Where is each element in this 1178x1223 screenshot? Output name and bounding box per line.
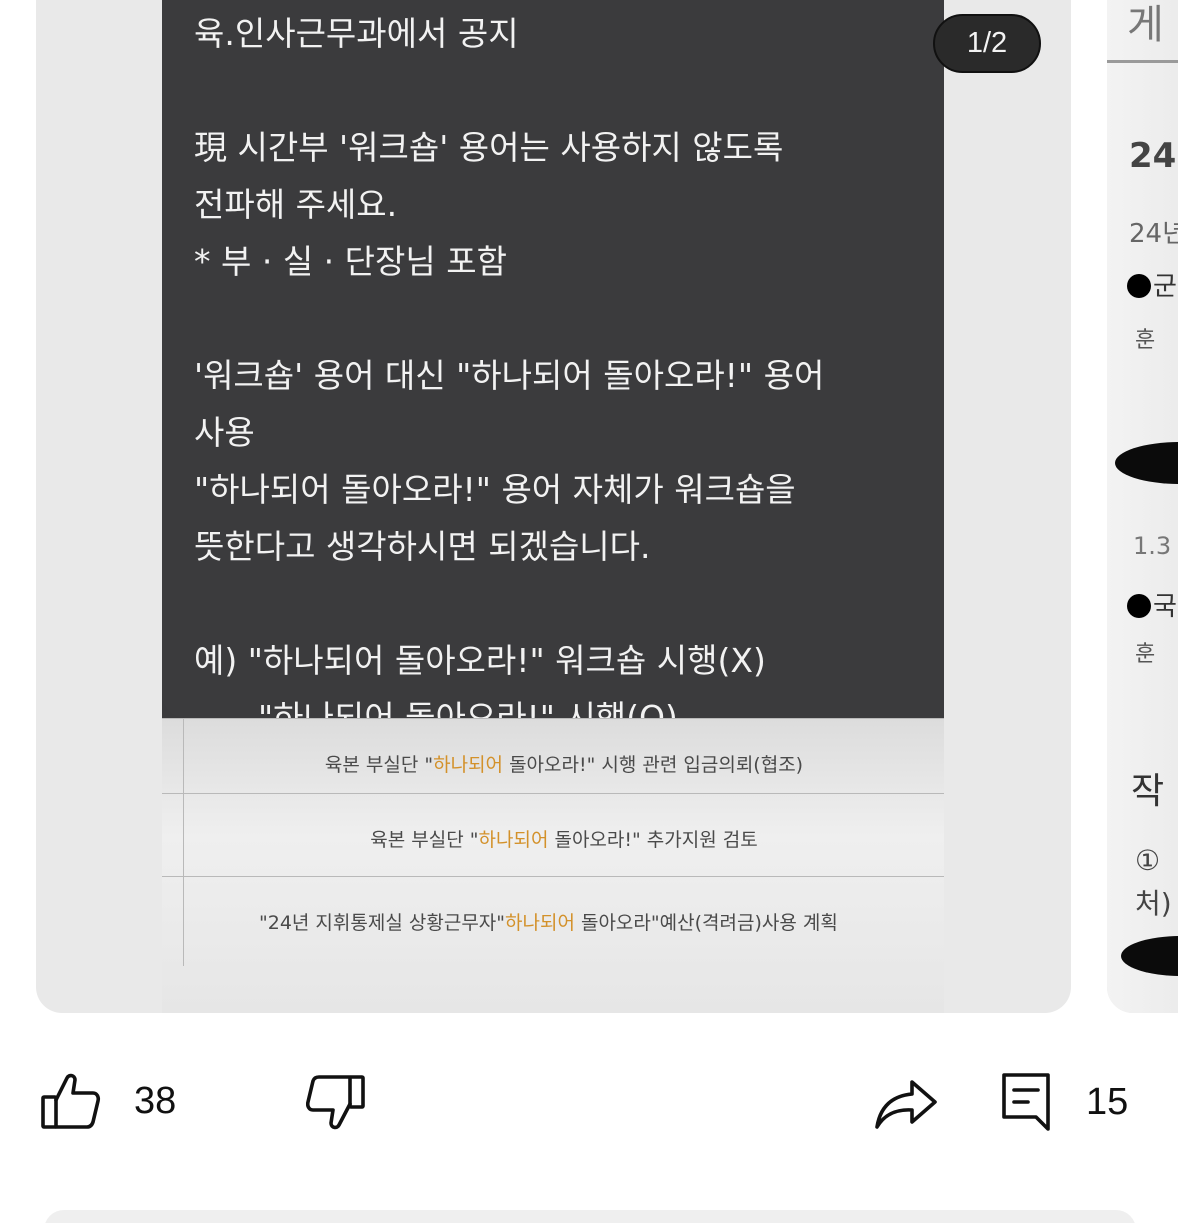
preview-text: 24 [1129,136,1177,176]
next-image-preview[interactable]: 게 24 24년 군 훈 1.3 국 훈 작 ① 처) [1107,0,1178,1013]
page-indicator: 1/2 [933,14,1041,73]
image-carousel[interactable]: 육.인사근무과에서 공지 現 시간부 '워크숍' 용어는 사용하지 않도록 전파… [0,0,1178,1015]
notice-line: 現 시간부 '워크숍' 용어는 사용하지 않도록 [194,128,784,167]
thumbs-up-icon [40,1071,102,1131]
dislike-button[interactable] [306,1074,366,1132]
preview-text: 24년 [1129,219,1178,249]
thumbs-down-icon [306,1074,366,1132]
comment-icon [1000,1071,1054,1133]
preview-text: 1.3 [1133,532,1172,560]
comment-count: 15 [1086,1080,1129,1123]
preview-text: 게 [1127,2,1164,48]
document-row-text: "24년 지휘통제실 상황근무자"하나되어 돌아오라"예산(격려금)사용 계획 [259,912,838,934]
preview-text: 처) [1135,887,1172,920]
notice-line: '워크숍' 용어 대신 "하나되어 돌아오라!" 용어 [194,356,825,395]
notice-line: 예) "하나되어 돌아오라!" 워크숍 시행(X) [194,641,766,680]
notice-line: 육.인사근무과에서 공지 [194,14,519,53]
preview-text: 작 [1131,771,1165,812]
document-table: 육본 부실단 "하나되어 돌아오라!" 시행 관련 입금의뢰(협조) 육본 부실… [162,718,944,1013]
preview-text: ① [1135,844,1161,877]
document-row: 육본 부실단 "하나되어 돌아오라!" 추가지원 검토 [162,793,944,883]
share-arrow-icon [874,1077,938,1131]
like-button[interactable]: 38 [40,1071,176,1131]
post-image-card[interactable]: 육.인사근무과에서 공지 現 시간부 '워크숍' 용어는 사용하지 않도록 전파… [36,0,1071,1013]
notice-line: 사용 [194,413,255,452]
post-photo: 육.인사근무과에서 공지 現 시간부 '워크숍' 용어는 사용하지 않도록 전파… [162,0,944,1013]
document-row: "24년 지휘통제실 상황근무자"하나되어 돌아오라"예산(격려금)사용 계획 [162,876,944,966]
preview-text: 군 [1153,272,1177,302]
document-row-text: 육본 부실단 "하나되어 돌아오라!" 시행 관련 입금의뢰(협조) [324,754,804,776]
notice-line: * 부 · 실 · 단장님 포함 [194,242,507,281]
post-action-bar: 38 15 [0,1015,1178,1190]
preview-text: 국 [1153,592,1177,622]
preview-text: 훈 [1135,328,1156,353]
notice-line: 뜻한다고 생각하시면 되겠습니다. [194,527,651,566]
next-image-document: 게 24 24년 군 훈 1.3 국 훈 작 ① 처) [1107,0,1178,1013]
preview-text: 훈 [1135,642,1156,667]
document-row-text: 육본 부실단 "하나되어 돌아오라!" 추가지원 검토 [370,829,758,851]
like-count: 38 [134,1079,177,1122]
comments-button[interactable]: 15 [1000,1071,1128,1133]
next-section-card [44,1210,1136,1223]
share-button[interactable] [874,1077,938,1131]
notice-line: "하나되어 돌아오라!" 용어 자체가 워크숍을 [194,470,796,509]
notice-message: 육.인사근무과에서 공지 現 시간부 '워크숍' 용어는 사용하지 않도록 전파… [162,0,944,737]
notice-line: 전파해 주세요. [194,185,398,224]
